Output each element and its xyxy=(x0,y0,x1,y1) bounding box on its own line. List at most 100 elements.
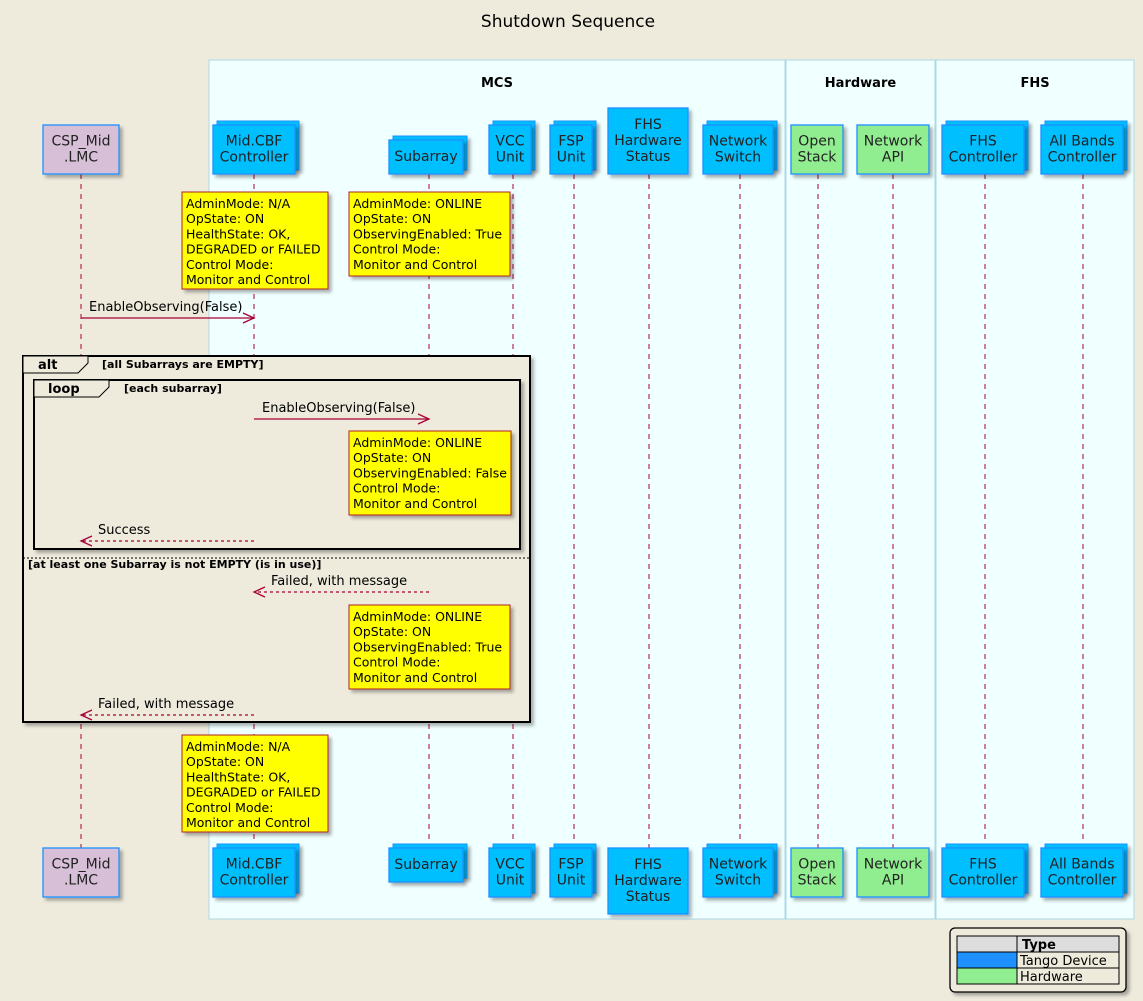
participant-vcc-bottom: VCCUnit xyxy=(488,843,536,898)
participant-label: Unit xyxy=(557,873,586,889)
participant-label: Unit xyxy=(557,150,586,166)
legend-swatch xyxy=(956,951,1018,969)
participant-bands-bottom: All BandsController xyxy=(1040,843,1128,898)
message-label: EnableObserving(False) xyxy=(262,401,415,416)
note-line: AdminMode: N/A xyxy=(186,739,291,754)
participant-label: FHS xyxy=(634,857,662,873)
participant-fsp-bottom: FSPUnit xyxy=(549,843,597,898)
note-line: Monitor and Control xyxy=(353,496,477,511)
legend: TypeTango DeviceHardware xyxy=(949,927,1127,993)
diagram-title: Shutdown Sequence xyxy=(481,12,655,32)
participant-label: CSP_Mid xyxy=(52,857,111,873)
participant-label: Switch xyxy=(715,150,761,166)
participant-switch-bottom: NetworkSwitch xyxy=(702,843,778,898)
participant-label: Switch xyxy=(715,873,761,889)
participant-fsp-top: FSPUnit xyxy=(549,120,597,175)
loop-keyword: loop xyxy=(48,382,80,397)
participant-openstack-bottom: OpenStack xyxy=(790,847,844,898)
note-line: Control Mode: xyxy=(353,481,440,496)
note-line: ObservingEnabled: True xyxy=(353,226,502,241)
alt-keyword: alt xyxy=(38,358,57,373)
participant-label: Status xyxy=(626,889,671,905)
participant-label: Mid.CBF xyxy=(226,857,283,873)
participant-label: FSP xyxy=(558,857,583,873)
note-line: Control Mode: xyxy=(353,242,440,257)
participant-label: Status xyxy=(626,149,671,165)
note-line: ObservingEnabled: True xyxy=(353,639,502,654)
message-label: Failed, with message xyxy=(98,697,234,712)
group-box-fhs: FHS xyxy=(935,59,1135,920)
participant-label: CSP_Mid xyxy=(52,134,111,150)
participant-controller-bottom: Mid.CBFController xyxy=(212,843,300,898)
participant-label: .LMC xyxy=(64,873,98,889)
participant-label: Controller xyxy=(220,150,289,166)
note-line: Monitor and Control xyxy=(353,670,477,685)
participant-label: Controller xyxy=(949,150,1018,166)
note-line: OpState: ON xyxy=(186,754,264,769)
note-line: DEGRADED or FAILED xyxy=(186,242,321,257)
participant-netapi-top: NetworkAPI xyxy=(856,124,930,175)
note-line: OpState: ON xyxy=(186,211,264,226)
participant-fhs_controller-bottom: FHSController xyxy=(941,843,1029,898)
participant-label: FHS xyxy=(969,134,997,150)
sequence-diagram: Shutdown Sequence MCS Hardware FHS alt [all… xyxy=(22,12,1135,993)
participant-label: Subarray xyxy=(394,149,457,165)
group-box-title: MCS xyxy=(481,76,513,91)
group-box-title: FHS xyxy=(1020,76,1049,91)
participant-switch-top: NetworkSwitch xyxy=(702,120,778,175)
loop-guard: [each subarray] xyxy=(124,382,222,395)
participant-label: Network xyxy=(864,857,923,873)
participant-controller-top: Mid.CBFController xyxy=(212,120,300,175)
note-line: Monitor and Control xyxy=(186,272,310,287)
note-line: Control Mode: xyxy=(353,655,440,670)
participant-fhs_controller-top: FHSController xyxy=(941,120,1029,175)
group-box-hardware: Hardware xyxy=(785,59,936,920)
note-line: ObservingEnabled: False xyxy=(353,465,507,480)
participant-label: All Bands xyxy=(1049,134,1114,150)
note-subarray-3: AdminMode: ONLINEOpState: ONObservingEna… xyxy=(348,604,511,690)
note-line: Monitor and Control xyxy=(353,257,477,272)
participant-label: FHS xyxy=(634,117,662,133)
alt-else-guard: [at least one Subarray is not EMPTY (is … xyxy=(28,558,321,571)
participant-label: Stack xyxy=(798,873,838,889)
participant-label: Controller xyxy=(1048,873,1117,889)
note-line: HealthState: OK, xyxy=(186,769,290,784)
note-line: OpState: ON xyxy=(353,624,431,639)
note-line: OpState: ON xyxy=(353,211,431,226)
note-controller-2: AdminMode: N/AOpState: ONHealthState: OK… xyxy=(181,734,329,833)
note-line: OpState: ON xyxy=(353,450,431,465)
participant-lmc-bottom: CSP_Mid.LMC xyxy=(42,847,120,898)
legend-label: Tango Device xyxy=(1019,954,1107,969)
note-line: Control Mode: xyxy=(186,800,273,815)
note-subarray-2: AdminMode: ONLINEOpState: ONObservingEna… xyxy=(348,430,512,516)
participant-label: Network xyxy=(709,857,768,873)
message-label: Failed, with message xyxy=(271,574,407,589)
participant-label: Controller xyxy=(220,873,289,889)
participant-label: Network xyxy=(709,134,768,150)
group-box-title: Hardware xyxy=(825,76,897,91)
participant-label: All Bands xyxy=(1049,857,1114,873)
participant-subarray-bottom: Subarray xyxy=(388,843,468,883)
participant-label: Open xyxy=(798,857,835,873)
note-line: AdminMode: ONLINE xyxy=(353,609,482,624)
note-line: AdminMode: ONLINE xyxy=(353,196,482,211)
note-line: Monitor and Control xyxy=(186,815,310,830)
message-label: Success xyxy=(98,523,151,538)
note-line: HealthState: OK, xyxy=(186,226,290,241)
participant-label: Network xyxy=(864,134,923,150)
participant-openstack-top: OpenStack xyxy=(790,124,844,175)
participant-label: Controller xyxy=(949,873,1018,889)
participant-fhs_status-top: FHSHardwareStatus xyxy=(607,107,689,175)
participant-label: VCC xyxy=(495,857,524,873)
participant-label: API xyxy=(882,150,904,166)
participant-bands-top: All BandsController xyxy=(1040,120,1128,175)
note-line: Control Mode: xyxy=(186,257,273,272)
participant-label: API xyxy=(882,873,904,889)
participant-label: Controller xyxy=(1048,150,1117,166)
participant-label: Unit xyxy=(496,873,525,889)
participant-label: VCC xyxy=(495,134,524,150)
participant-label: Subarray xyxy=(394,857,457,873)
participant-label: .LMC xyxy=(64,150,98,166)
note-line: DEGRADED or FAILED xyxy=(186,785,321,800)
participant-label: Unit xyxy=(496,150,525,166)
